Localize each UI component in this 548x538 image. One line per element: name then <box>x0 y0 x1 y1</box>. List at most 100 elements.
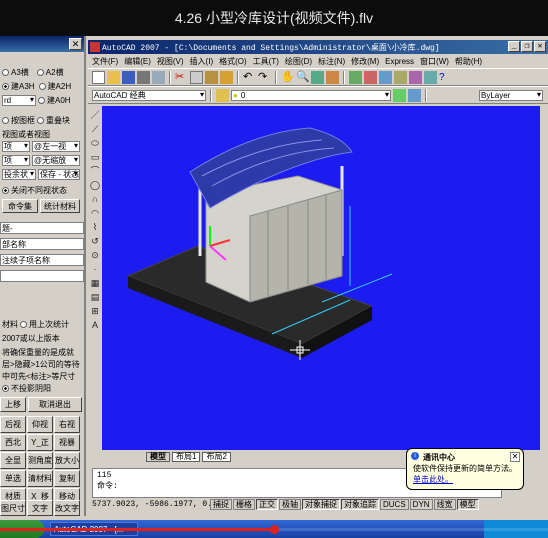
paste-icon[interactable] <box>205 70 218 84</box>
title-field[interactable]: 题- <box>0 222 84 234</box>
match-properties-icon[interactable] <box>220 70 233 84</box>
insert-block-icon[interactable]: ⊙ <box>91 250 99 260</box>
menu-format[interactable]: 格式(O) <box>219 56 247 67</box>
linetype-combo[interactable]: ByLayer <box>479 89 543 101</box>
polar-toggle[interactable]: 极轴 <box>279 498 301 510</box>
zoom-window-icon[interactable] <box>311 70 324 84</box>
scale-combo[interactable]: rd <box>2 94 36 106</box>
cut-icon[interactable]: ✂ <box>175 71 188 84</box>
print-icon[interactable] <box>137 70 150 84</box>
polyline-icon[interactable]: ⬭ <box>91 138 99 148</box>
radio-last-count[interactable] <box>20 320 27 328</box>
workspace-combo[interactable]: AutoCAD 经典 <box>92 89 206 101</box>
spline-icon[interactable]: ◠ <box>91 208 99 218</box>
restore-icon[interactable]: ❐ <box>521 41 533 52</box>
menu-insert[interactable]: 插入(I) <box>190 56 214 67</box>
scale-combo-b[interactable]: @无缩放 <box>32 154 80 166</box>
quickcalc-icon[interactable] <box>424 70 437 84</box>
grid-button[interactable]: 清材料 <box>27 470 53 487</box>
close-icon[interactable]: ✕ <box>69 38 82 50</box>
menu-modify[interactable]: 修改(M) <box>351 56 379 67</box>
view-combo-a[interactable]: 项 <box>2 140 30 152</box>
layer-combo[interactable]: ● 0 <box>231 89 391 101</box>
grid-button[interactable]: 文字 <box>27 500 53 516</box>
layer-manager-icon[interactable] <box>216 88 229 102</box>
part-name-field[interactable]: 部名称 <box>0 238 84 250</box>
copy-icon[interactable] <box>190 70 203 84</box>
menu-file[interactable]: 文件(F) <box>92 56 118 67</box>
ellipse-arc-icon[interactable]: ↺ <box>91 236 99 246</box>
circle-icon[interactable]: ◯ <box>90 180 100 190</box>
ducs-toggle[interactable]: DUCS <box>380 498 409 510</box>
command-set-button[interactable]: 命令集 <box>2 199 38 213</box>
undo-icon[interactable]: ↶ <box>243 71 256 84</box>
check-overlap[interactable] <box>37 116 44 124</box>
grid-button[interactable]: 西北 <box>0 434 26 451</box>
rectangle-icon[interactable]: ▭ <box>91 152 100 162</box>
dyn-toggle[interactable]: DYN <box>409 498 433 510</box>
radio-a2h[interactable] <box>38 82 46 90</box>
arc-icon[interactable]: ⌒ <box>90 166 99 176</box>
tab-layout2[interactable]: 布局2 <box>202 452 231 462</box>
grid-button[interactable]: 后视 <box>0 416 26 433</box>
menu-edit[interactable]: 编辑(E) <box>124 56 151 67</box>
view-combo-b[interactable]: @左一视 <box>32 140 80 152</box>
construction-line-icon[interactable]: ⟋ <box>92 124 98 134</box>
grid-button[interactable]: 复制 <box>54 470 80 487</box>
count-material-button[interactable]: 统计材料 <box>40 199 80 213</box>
grid-button[interactable]: 单选 <box>0 470 26 487</box>
hatch-icon[interactable]: ▦ <box>91 278 100 288</box>
open-folder-icon[interactable] <box>107 70 120 84</box>
video-progress-bar[interactable] <box>0 525 548 534</box>
markup-icon[interactable] <box>409 70 422 84</box>
menu-dimension[interactable]: 标注(N) <box>318 56 345 67</box>
osnap-toggle[interactable]: 对象捕捉 <box>302 498 340 510</box>
projection-combo[interactable]: 投余状 <box>2 168 36 180</box>
table-icon[interactable]: ⊞ <box>91 306 99 316</box>
design-center-icon[interactable] <box>364 70 377 84</box>
zoom-icon[interactable]: 🔍 <box>296 71 310 84</box>
tool-palettes-icon[interactable] <box>379 70 392 84</box>
line-icon[interactable]: ／ <box>90 110 99 120</box>
radio-a3h[interactable] <box>2 82 9 90</box>
grid-button[interactable]: 仰视 <box>27 416 53 433</box>
ellipse-icon[interactable]: ⌇ <box>93 222 97 232</box>
grid-button[interactable]: 改文字 <box>54 500 80 516</box>
properties-icon[interactable] <box>349 70 362 84</box>
state-combo[interactable]: 保存 - 状态 <box>38 168 80 180</box>
new-file-icon[interactable] <box>92 70 105 84</box>
menu-draw[interactable]: 绘图(D) <box>285 56 312 67</box>
multiline-text-icon[interactable]: A <box>92 320 98 330</box>
grid-button[interactable]: 全显 <box>0 452 26 469</box>
drawing-canvas[interactable] <box>102 106 540 450</box>
revcloud-icon[interactable]: ∩ <box>92 194 98 204</box>
cancel-exit-button[interactable]: 取消退出 <box>28 396 82 412</box>
save-icon[interactable] <box>122 70 135 84</box>
menu-express[interactable]: Express <box>385 57 414 66</box>
make-current-icon[interactable] <box>393 88 406 102</box>
video-progress-handle[interactable] <box>270 525 279 534</box>
blank-field[interactable] <box>0 270 84 282</box>
grid-toggle[interactable]: 栅格 <box>233 498 255 510</box>
lineweight-toggle[interactable]: 线宽 <box>433 498 456 510</box>
zoom-previous-icon[interactable] <box>326 70 339 84</box>
radio-a3[interactable] <box>2 68 9 76</box>
gradient-icon[interactable]: ▤ <box>91 292 100 302</box>
radio-no-shadow[interactable] <box>2 384 9 392</box>
balloon-link[interactable]: 单击此处。 <box>413 474 519 485</box>
preview-icon[interactable] <box>152 70 165 84</box>
grid-button[interactable]: 测角度 <box>27 452 53 469</box>
ortho-toggle[interactable]: 正交 <box>256 498 278 510</box>
tab-layout1[interactable]: 布局1 <box>172 452 201 462</box>
menu-help[interactable]: 帮助(H) <box>455 56 482 67</box>
layer-previous-icon[interactable] <box>408 88 421 102</box>
point-icon[interactable]: · <box>94 264 97 274</box>
model-toggle[interactable]: 模型 <box>456 498 479 510</box>
grid-button[interactable]: 视暴 <box>54 434 80 451</box>
subitem-name-field[interactable]: 注续子项名称 <box>0 254 84 266</box>
grid-button[interactable]: Y_正 <box>27 434 53 451</box>
radio-a0h[interactable] <box>38 96 45 104</box>
menu-window[interactable]: 窗口(W) <box>420 56 449 67</box>
move-up-button[interactable]: 上移 <box>0 396 26 412</box>
menu-view[interactable]: 视图(V) <box>157 56 184 67</box>
